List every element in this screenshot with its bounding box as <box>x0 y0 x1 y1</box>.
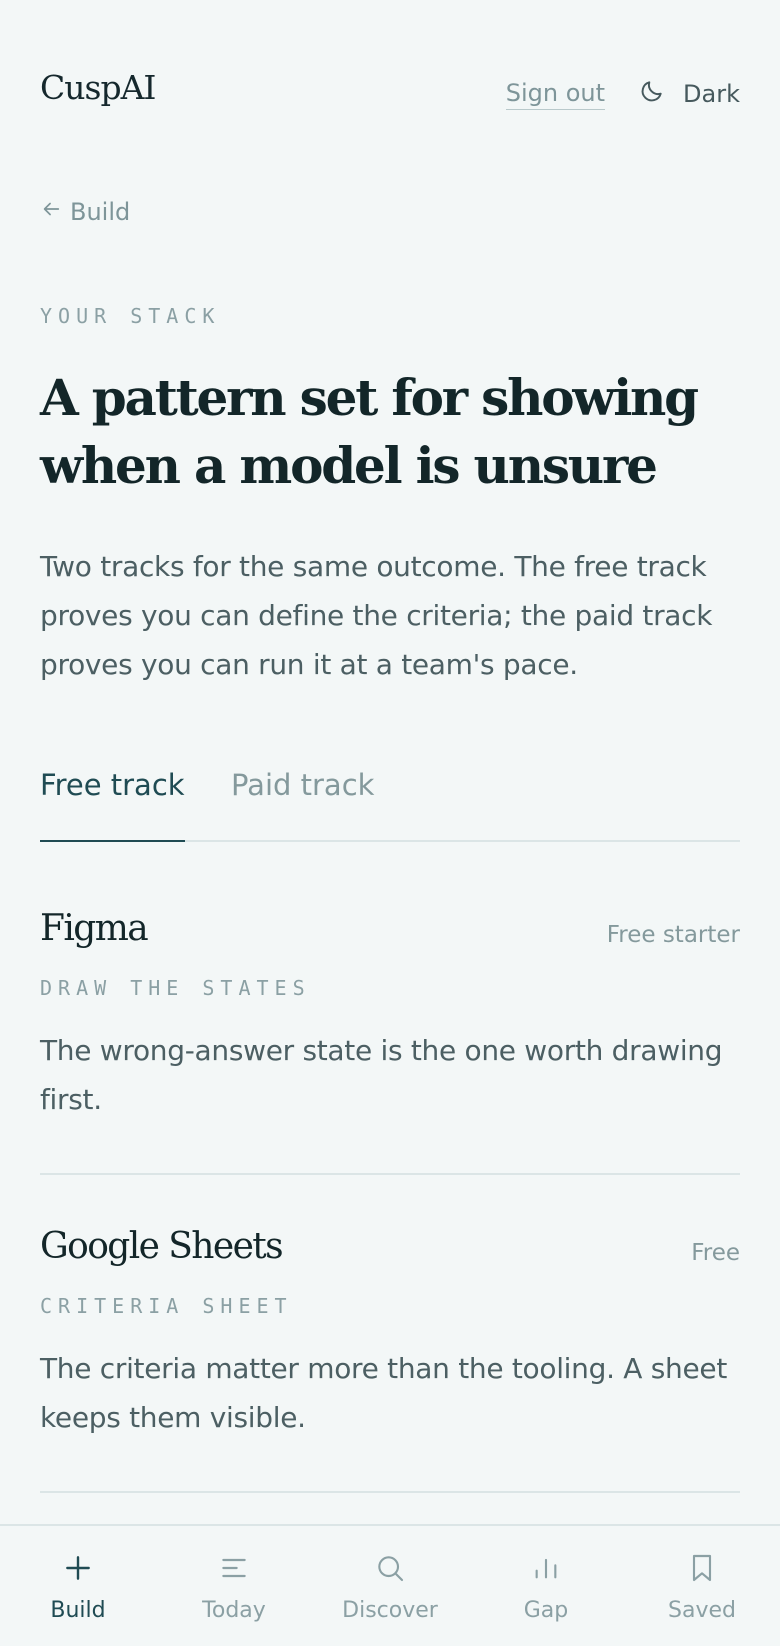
bookmark-icon <box>642 1552 762 1584</box>
plus-icon <box>18 1552 138 1584</box>
sign-out-link[interactable]: Sign out <box>505 79 606 110</box>
logo[interactable]: CuspAI <box>40 68 156 107</box>
track-tabs: Free track Paid track <box>40 768 740 842</box>
moon-icon <box>639 78 665 110</box>
eyebrow: YOUR STACK <box>40 304 221 328</box>
theme-toggle-label: Dark <box>683 80 740 108</box>
nav-item-gap[interactable]: Gap <box>486 1552 606 1623</box>
tool-price: Free starter <box>606 922 740 948</box>
tab-free-track[interactable]: Free track <box>40 768 185 842</box>
tool-category: CRITERIA SHEET <box>40 1294 293 1318</box>
nav-item-today[interactable]: Today <box>174 1552 294 1623</box>
nav-label: Gap <box>523 1598 569 1623</box>
tool-category: DRAW THE STATES <box>40 976 311 1000</box>
tool-name: Figma <box>40 908 149 949</box>
nav-label: Discover <box>342 1598 438 1623</box>
back-link-label: Build <box>70 198 131 226</box>
tab-paid-track[interactable]: Paid track <box>231 768 374 832</box>
page-title: A pattern set for showing when a model i… <box>40 368 699 495</box>
nav-label: Today <box>202 1598 266 1623</box>
tool-price: Free <box>691 1240 740 1266</box>
tool-name: Google Sheets <box>40 1226 284 1267</box>
nav-label: Saved <box>668 1598 736 1623</box>
header-actions: Sign out Dark <box>505 78 740 110</box>
tool-description: The wrong-answer state is the one worth … <box>40 1034 723 1116</box>
nav-item-build[interactable]: Build <box>18 1552 138 1623</box>
tool-description: The criteria matter more than the toolin… <box>40 1352 727 1434</box>
nav-label: Build <box>50 1598 106 1623</box>
header: CuspAI Sign out Dark <box>40 60 740 120</box>
page: CuspAI Sign out Dark Build YOUR STACK A … <box>0 0 780 1646</box>
arrow-left-icon <box>40 198 62 226</box>
tool-row[interactable]: Google Sheets Free CRITERIA SHEET The cr… <box>40 1226 740 1493</box>
nav-item-saved[interactable]: Saved <box>642 1552 762 1623</box>
tool-row[interactable]: Figma Free starter DRAW THE STATES The w… <box>40 908 740 1175</box>
intro-text: Two tracks for the same outcome. The fre… <box>40 550 713 681</box>
bar-chart-icon <box>486 1552 606 1584</box>
bottom-nav: Build Today Discover Gap Saved <box>0 1524 780 1646</box>
back-link[interactable]: Build <box>40 198 130 226</box>
search-icon <box>330 1552 450 1584</box>
nav-item-discover[interactable]: Discover <box>330 1552 450 1623</box>
theme-toggle[interactable]: Dark <box>639 78 740 110</box>
list-icon <box>174 1552 294 1584</box>
